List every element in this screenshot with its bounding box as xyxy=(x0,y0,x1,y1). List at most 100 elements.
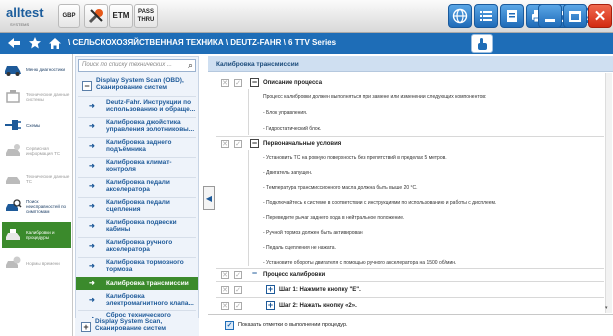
close-button[interactable]: ✕ xyxy=(588,4,612,28)
list-item[interactable]: ➜ Deutz-Fahr. Инструкции по использовани… xyxy=(76,99,198,115)
list-group-display-system-scan[interactable]: + Display System Scan, Сканирование сист… xyxy=(75,318,199,336)
search-icon[interactable]: ⌕ xyxy=(188,60,193,71)
expand-icon[interactable]: + xyxy=(266,285,275,294)
leftnav-item-wiring[interactable]: Схемы xyxy=(2,112,71,138)
list-item-selected[interactable]: ➜ Калибровка трансмиссии xyxy=(76,277,198,290)
leftnav-item-service-info[interactable]: Сервисная информация ТС xyxy=(2,138,71,164)
step-done-checkbox[interactable]: ✓ xyxy=(234,271,242,279)
show-completion-label: Показать отметки о выполнении процедур. xyxy=(238,322,348,328)
list-divider xyxy=(78,257,196,258)
list-item[interactable]: ➜ Калибровка педали акселератора xyxy=(76,179,198,195)
leftnav-label: Нормы времени xyxy=(26,260,60,266)
leftnav-item-calibrations[interactable]: Калибровки и процедуры xyxy=(2,222,71,248)
step-skip-checkbox[interactable]: ✕ xyxy=(221,286,229,294)
expand-icon[interactable]: + xyxy=(81,322,91,332)
list-divider xyxy=(78,217,196,218)
section-text: - Педаль сцепления не нажата. xyxy=(263,245,336,251)
close-icon: ✕ xyxy=(593,7,607,25)
thru-label: THRU xyxy=(137,17,155,23)
search-car-icon xyxy=(2,195,24,217)
arrow-right-icon: ➜ xyxy=(89,183,95,190)
show-completion-checkbox[interactable]: ✓ xyxy=(225,321,234,330)
arrow-right-icon: ➜ xyxy=(89,297,95,304)
list-divider xyxy=(78,310,196,311)
leftnav-item-labor-times[interactable]: Нормы времени xyxy=(2,250,71,276)
leftnav-item-diagnostics-menu[interactable]: Меню диагностики xyxy=(2,56,71,82)
list-item[interactable]: ➜ Калибровка климат-контроля xyxy=(76,159,198,175)
scroll-down-icon[interactable]: ▾ xyxy=(605,305,608,311)
home-icon[interactable] xyxy=(47,35,63,51)
step-skip-checkbox[interactable]: ✕ xyxy=(221,140,229,148)
list-item-label: Калибровка электромагнитного клапа... xyxy=(106,293,194,307)
step-done-checkbox[interactable]: ✓ xyxy=(234,286,242,294)
list-item[interactable]: ➜ Калибровка тормозного тормоза xyxy=(76,259,198,275)
step-skip-checkbox[interactable]: ✕ xyxy=(221,302,229,310)
breadcrumb: \ СЕЛЬСКОХОЗЯЙСТВЕННАЯ ТЕХНИКА \ DEUTZ-F… xyxy=(68,38,337,47)
section-text: - Переведите рычаг заднего хода в нейтра… xyxy=(263,215,405,221)
leftnav-label: Технические данные системы xyxy=(26,92,70,102)
leftnav-label: Технические данные ТС xyxy=(26,174,70,184)
list-search-input[interactable]: Поиск по списку технических ... ⌕ xyxy=(78,59,196,72)
tools-button[interactable] xyxy=(84,4,108,28)
car-icon xyxy=(2,58,24,80)
procedure-list-panel: Поиск по списку технических ... ⌕ − Disp… xyxy=(75,56,199,336)
clock-icon xyxy=(2,252,24,274)
list-item[interactable]: ➜ Калибровка джойстика управления золотн… xyxy=(76,119,198,135)
back-arrow-icon[interactable] xyxy=(6,35,22,51)
section-text: - Установить ТС на ровную поверхность бе… xyxy=(263,155,447,161)
step-title[interactable]: Шаг 2: Нажать кнопку «2». xyxy=(279,303,357,309)
section-title: Процесс калибровки xyxy=(263,272,326,278)
search-placeholder: Поиск по списку технических ... xyxy=(82,62,172,68)
list-button[interactable] xyxy=(474,4,498,28)
list-group-label: Display System Scan, Сканирование систем xyxy=(95,318,167,332)
collapse-icon[interactable]: − xyxy=(250,269,259,279)
expand-icon[interactable]: + xyxy=(266,301,275,310)
step-title[interactable]: Шаг 1: Нажмите кнопку "E". xyxy=(279,287,361,293)
step-done-checkbox[interactable]: ✓ xyxy=(234,79,242,87)
collapse-icon[interactable]: − xyxy=(82,81,92,91)
step-skip-checkbox[interactable]: ✕ xyxy=(221,271,229,279)
arrow-right-icon: ➜ xyxy=(89,279,95,287)
section-text: - Блок управления. xyxy=(263,110,308,116)
list-group-display-system-scan-obd[interactable]: − Display System Scan (OBD), Сканировани… xyxy=(76,77,198,95)
section-divider xyxy=(216,268,604,269)
arrow-right-icon: ➜ xyxy=(89,223,95,230)
step-done-checkbox[interactable]: ✓ xyxy=(234,302,242,310)
maximize-button[interactable] xyxy=(563,4,587,28)
gbp-badge[interactable]: GBP xyxy=(58,4,80,28)
step-done-checkbox[interactable]: ✓ xyxy=(234,140,242,148)
list-item-label: Deutz-Fahr. Инструкции по использованию … xyxy=(106,99,196,113)
collapse-icon[interactable]: − xyxy=(250,78,259,87)
section-text: - Температура трансмиссионного масла дол… xyxy=(263,185,418,191)
leftnav-label: Калибровки и процедуры xyxy=(26,230,55,240)
list-item[interactable]: ➜ Калибровка подвески кабины xyxy=(76,219,198,235)
list-group-label: Display System Scan (OBD), Сканирование … xyxy=(96,77,184,91)
leftnav-label: Схемы xyxy=(26,122,41,128)
list-item-label: Калибровка трансмиссии xyxy=(106,280,189,287)
list-item-label: Калибровка педали акселератора xyxy=(106,179,170,193)
section-divider xyxy=(216,297,604,298)
list-item[interactable]: ➜ Калибровка ручного акселератора xyxy=(76,239,198,255)
list-divider xyxy=(78,96,196,97)
pass-thru-button[interactable]: PASS THRU xyxy=(134,4,158,28)
step-skip-checkbox[interactable]: ✕ xyxy=(221,79,229,87)
pointer-hand-icon xyxy=(478,37,487,50)
section-title: Первоначальные условия xyxy=(263,141,342,147)
leftnav-item-vehicle-tech-data[interactable]: Технические данные ТС xyxy=(2,166,71,192)
star-icon[interactable] xyxy=(27,35,43,51)
leftnav-item-system-tech-data[interactable]: Технические данные системы xyxy=(2,84,71,110)
logo-text: alltest xyxy=(6,5,44,20)
arrow-right-icon: ➜ xyxy=(89,163,95,170)
go-button[interactable] xyxy=(471,34,493,53)
print-preview-button[interactable] xyxy=(500,4,524,28)
engine-icon xyxy=(2,86,24,108)
etm-button[interactable]: ETM xyxy=(109,4,133,28)
collapse-icon[interactable]: − xyxy=(250,139,259,148)
leftnav-item-symptom-troubleshooting[interactable]: Поиск неисправностей по симптомам xyxy=(2,192,71,220)
minimize-button[interactable] xyxy=(538,4,562,28)
list-item[interactable]: ➜ Калибровка электромагнитного клапа... xyxy=(76,293,198,309)
globe-button[interactable] xyxy=(448,4,472,28)
list-item[interactable]: ➜ Калибровка заднего подъёмника xyxy=(76,139,198,155)
content-scrollbar[interactable] xyxy=(605,73,612,313)
list-item[interactable]: ➜ Калибровка педали сцепления xyxy=(76,199,198,215)
